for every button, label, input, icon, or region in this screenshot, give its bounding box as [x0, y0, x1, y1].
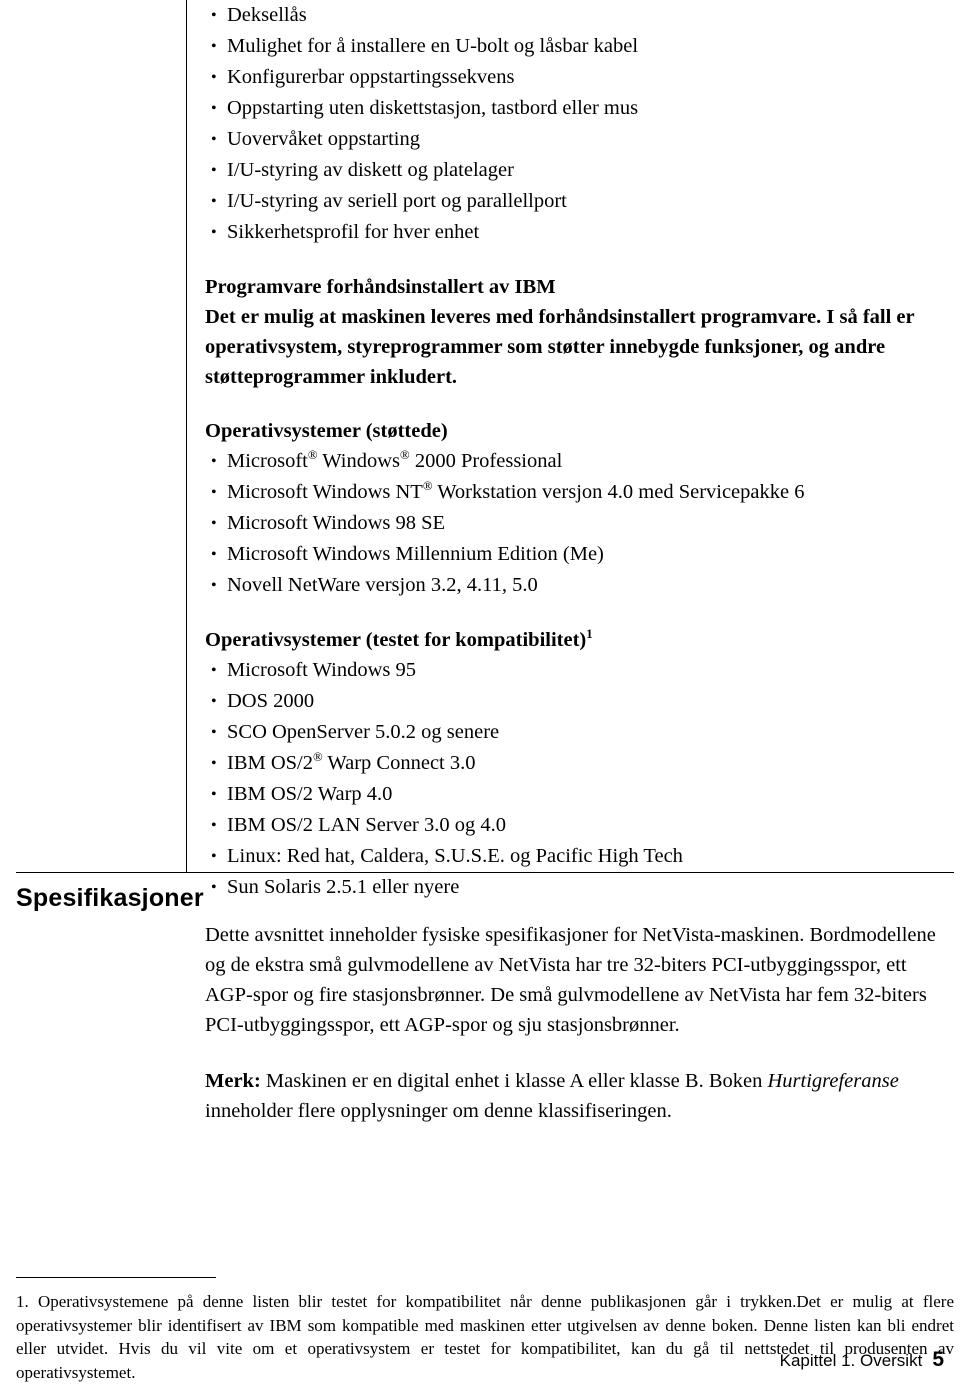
security-features-list: Deksellås Mulighet for å installere en U… [205, 0, 955, 248]
os-name-pre: DOS 2000 [227, 690, 315, 712]
os-name-post: Workstation versjon 4.0 med Servicepakke… [432, 481, 805, 503]
os-name-pre: Microsoft Windows Millennium Edition (Me… [227, 543, 604, 565]
os-name-pre: IBM OS/2 LAN Server 3.0 og 4.0 [227, 814, 507, 836]
specifications-paragraph: Dette avsnittet inneholder fysiske spesi… [205, 924, 936, 1036]
os-tested-list: Microsoft Windows 95 DOS 2000 SCO OpenSe… [205, 655, 955, 903]
registered-mark: ® [400, 448, 410, 463]
list-item: Microsoft Windows Millennium Edition (Me… [205, 539, 955, 570]
footnote-marker: 1 [586, 627, 593, 642]
os-name-post: Warp Connect 3.0 [322, 752, 476, 774]
footnote-divider [16, 1277, 216, 1278]
list-item: Deksellås [205, 0, 955, 31]
os-supported-list: Microsoft® Windows® 2000 Professional Mi… [205, 446, 955, 601]
registered-mark: ® [307, 448, 318, 463]
list-item: IBM OS/2 Warp 4.0 [205, 779, 955, 810]
list-item: Microsoft Windows 98 SE [205, 508, 955, 539]
list-item: Sun Solaris 2.5.1 eller nyere [205, 872, 955, 903]
note-block: Merk: Maskinen er en digital enhet i kla… [205, 1066, 955, 1126]
footnote-number: 1. [16, 1292, 29, 1311]
list-item: Mulighet for å installere en U-bolt og l… [205, 31, 955, 62]
list-item: I/U-styring av diskett og platelager [205, 155, 955, 186]
os-name-post: 2000 Professional [409, 450, 563, 472]
list-item: Oppstarting uten diskettstasjon, tastbor… [205, 93, 955, 124]
os-name-pre: IBM OS/2 [227, 752, 314, 774]
page-title: Spesifikasjoner [16, 884, 204, 912]
list-item: IBM OS/2 LAN Server 3.0 og 4.0 [205, 810, 955, 841]
software-heading: Programvare forhåndsinstallert av IBM [205, 276, 556, 298]
note-book-title: Hurtigreferanse [767, 1070, 899, 1092]
section-divider [16, 872, 954, 873]
os-name-pre: Sun Solaris 2.5.1 eller nyere [227, 876, 460, 898]
list-item: Uovervåket oppstarting [205, 124, 955, 155]
os-name-pre: Microsoft [227, 450, 308, 472]
specifications-body: Dette avsnittet inneholder fysiske spesi… [205, 920, 955, 1126]
os-name-pre: Microsoft Windows 95 [227, 659, 416, 681]
registered-mark: ® [313, 750, 323, 765]
os-name-pre: Linux: Red hat, Caldera, S.U.S.E. og Pac… [227, 845, 683, 867]
footer-page-number: 5 [932, 1348, 944, 1371]
os-supported-heading: Operativsystemer (støttede) [205, 420, 448, 442]
list-item: DOS 2000 [205, 686, 955, 717]
list-item: IBM OS/2® Warp Connect 3.0 [205, 748, 955, 779]
os-name-pre: SCO OpenServer 5.0.2 og senere [227, 721, 500, 743]
os-tested-heading: Operativsystemer (testet for kompatibili… [205, 625, 955, 655]
note-label: Merk: [205, 1070, 261, 1092]
list-item: Microsoft® Windows® 2000 Professional [205, 446, 955, 477]
list-item: Konfigurerbar oppstartingssekvens [205, 62, 955, 93]
list-item: I/U-styring av seriell port og parallell… [205, 186, 955, 217]
main-content-column: Deksellås Mulighet for å installere en U… [205, 0, 955, 903]
os-name-pre: Microsoft Windows NT [227, 481, 423, 503]
os-name-pre: Microsoft Windows 98 SE [227, 512, 446, 534]
list-item: SCO OpenServer 5.0.2 og senere [205, 717, 955, 748]
page-footer: Kapittel 1. Oversikt 5 [780, 1348, 944, 1372]
list-item: Sikkerhetsprofil for hver enhet [205, 217, 955, 248]
document-page: Deksellås Mulighet for å installere en U… [0, 0, 960, 1390]
os-name-mid: Windows [317, 450, 401, 472]
note-text-2: inneholder flere opplysninger om denne k… [205, 1100, 672, 1122]
os-name-pre: IBM OS/2 Warp 4.0 [227, 783, 393, 805]
list-item: Microsoft Windows 95 [205, 655, 955, 686]
list-item: Microsoft Windows NT® Workstation versjo… [205, 477, 955, 508]
list-item: Novell NetWare versjon 3.2, 4.11, 5.0 [205, 570, 955, 601]
list-item: Linux: Red hat, Caldera, S.U.S.E. og Pac… [205, 841, 955, 872]
footer-chapter: Kapittel 1. Oversikt [779, 1351, 923, 1370]
os-tested-heading-text: Operativsystemer (testet for kompatibili… [205, 629, 587, 651]
left-margin-rule [186, 0, 187, 872]
os-name-pre: Novell NetWare versjon 3.2, 4.11, 5.0 [227, 574, 538, 596]
software-paragraph: Det er mulig at maskinen leveres med for… [205, 306, 915, 388]
note-text-1: Maskinen er en digital enhet i klasse A … [260, 1070, 768, 1092]
